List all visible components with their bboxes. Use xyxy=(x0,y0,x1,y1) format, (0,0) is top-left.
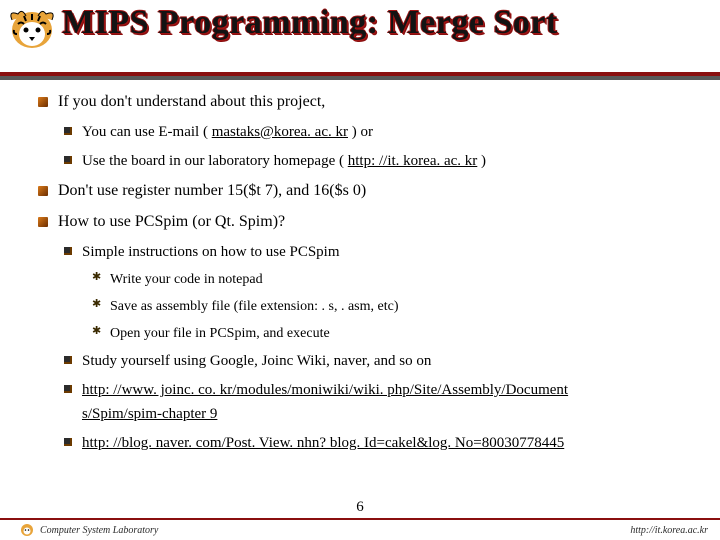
bullet-item: Study yourself using Google, Joinc Wiki,… xyxy=(64,350,686,373)
bullet-text: If you don't understand about this proje… xyxy=(58,93,325,110)
bullet-item: You can use E-mail ( mastaks@korea. ac. … xyxy=(64,121,686,144)
page-number: 6 xyxy=(0,499,720,516)
tiger-mini-icon xyxy=(20,523,34,537)
bullet-item: Use the board in our laboratory homepage… xyxy=(64,150,686,173)
homepage-link[interactable]: http: //it. korea. ac. kr xyxy=(348,153,478,169)
bullet-item: Don't use register number 15($t 7), and … xyxy=(38,179,686,204)
joinc-link-cont[interactable]: s/Spim/spim-chapter 9 xyxy=(82,406,217,422)
bullet-item: Write your code in notepad xyxy=(92,269,686,291)
bullet-text: Open your file in PCSpim, and execute xyxy=(110,326,330,341)
bullet-item: http: //blog. naver. com/Post. View. nhn… xyxy=(64,432,686,455)
slide-content: If you don't understand about this proje… xyxy=(0,76,720,455)
bullet-text: Study yourself using Google, Joinc Wiki,… xyxy=(82,353,431,369)
bullet-text: You can use E-mail ( xyxy=(82,124,212,140)
bullet-text: ) or xyxy=(348,124,373,140)
bullet-item: Save as assembly file (file extension: .… xyxy=(92,296,686,318)
bullet-item: How to use PCSpim (or Qt. Spim)? Simple … xyxy=(38,210,686,455)
joinc-link[interactable]: http: //www. joinc. co. kr/modules/moniw… xyxy=(82,382,568,398)
bullet-text: Save as assembly file (file extension: .… xyxy=(110,299,398,314)
slide-title: MIPS Programming: Merge Sort xyxy=(62,4,558,42)
slide: MIPS Programming: Merge Sort If you don'… xyxy=(0,0,720,540)
title-bar: MIPS Programming: Merge Sort xyxy=(0,0,720,76)
bullet-text: How to use PCSpim (or Qt. Spim)? xyxy=(58,213,285,230)
email-link[interactable]: mastaks@korea. ac. kr xyxy=(212,124,348,140)
footer-url: http://it.korea.ac.kr xyxy=(630,525,708,536)
bullet-text: Write your code in notepad xyxy=(110,272,263,287)
bullet-text: ) xyxy=(477,153,486,169)
footer-lab-name: Computer System Laboratory xyxy=(40,525,158,536)
bullet-text: Use the board in our laboratory homepage… xyxy=(82,153,348,169)
footer-left: Computer System Laboratory xyxy=(20,523,158,537)
bullet-item: Open your file in PCSpim, and execute xyxy=(92,323,686,345)
tiger-logo-icon xyxy=(6,4,58,52)
bullet-text: Simple instructions on how to use PCSpim xyxy=(82,244,340,260)
bullet-item: Simple instructions on how to use PCSpim… xyxy=(64,241,686,344)
naver-blog-link[interactable]: http: //blog. naver. com/Post. View. nhn… xyxy=(82,435,564,451)
bullet-item: http: //www. joinc. co. kr/modules/moniw… xyxy=(64,379,686,426)
bullet-item: If you don't understand about this proje… xyxy=(38,90,686,173)
footer-bar: Computer System Laboratory http://it.kor… xyxy=(0,518,720,540)
bullet-text: Don't use register number 15($t 7), and … xyxy=(58,182,366,199)
